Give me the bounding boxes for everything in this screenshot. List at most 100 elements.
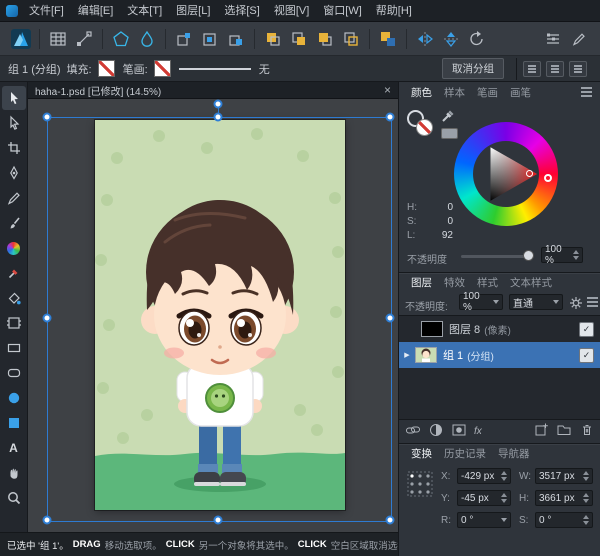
- selection-handle[interactable]: [43, 516, 52, 525]
- close-tab-icon[interactable]: ×: [377, 83, 398, 97]
- settings-gear-icon[interactable]: [569, 296, 583, 310]
- anchor-point-selector[interactable]: [407, 471, 433, 500]
- arrange-back-icon[interactable]: [262, 28, 284, 50]
- snap-grid-icon[interactable]: [47, 28, 69, 50]
- y-input[interactable]: -45 px: [457, 490, 511, 506]
- panel-extra-icon-3[interactable]: [569, 61, 587, 77]
- color-wheel[interactable]: [454, 122, 558, 226]
- edit-pencil-icon[interactable]: [568, 28, 590, 50]
- square-tool[interactable]: [2, 411, 26, 435]
- panel-extra-icon-1[interactable]: [523, 61, 541, 77]
- group-thumbnail[interactable]: [415, 347, 437, 363]
- selection-handle[interactable]: [214, 516, 223, 525]
- selection-handle[interactable]: [386, 314, 395, 323]
- node-tool[interactable]: [2, 111, 26, 135]
- rotate-icon[interactable]: [466, 28, 488, 50]
- blend-mode-dropdown[interactable]: 直通: [509, 294, 563, 310]
- color-opacity-slider[interactable]: [461, 255, 531, 258]
- layer-visibility-checkbox[interactable]: ✓: [579, 348, 594, 363]
- selection-handle[interactable]: [43, 113, 52, 122]
- flip-vertical-icon[interactable]: [440, 28, 462, 50]
- tab-transform[interactable]: 变换: [405, 446, 438, 461]
- layer-order-icon[interactable]: [542, 28, 564, 50]
- swap-fill-icon[interactable]: [377, 28, 399, 50]
- fill-color-selector[interactable]: [416, 119, 433, 136]
- shade-indicator[interactable]: [526, 170, 533, 177]
- arrange-front-icon[interactable]: [340, 28, 362, 50]
- link-layer-icon[interactable]: [405, 422, 421, 441]
- w-input[interactable]: 3517 px: [535, 468, 593, 484]
- panel-menu-icon[interactable]: [581, 91, 592, 93]
- menu-window[interactable]: 窗口[W]: [316, 0, 369, 22]
- layer-thumbnail[interactable]: [421, 321, 443, 337]
- arrange-forward-icon[interactable]: [314, 28, 336, 50]
- layer-row[interactable]: 图层 8 (像素) ✓: [399, 316, 600, 342]
- layers-opacity-dropdown[interactable]: 100 %: [459, 294, 503, 310]
- arrange-backward-icon[interactable]: [288, 28, 310, 50]
- menu-select[interactable]: 选择[S]: [217, 0, 266, 22]
- color-opacity-input[interactable]: 100 %: [541, 247, 583, 263]
- hsl-triangle[interactable]: [454, 122, 558, 226]
- ungroup-button[interactable]: 取消分组: [442, 58, 504, 79]
- stepper-arrows[interactable]: [501, 471, 507, 481]
- tab-layers[interactable]: 图层: [405, 275, 438, 290]
- h-input[interactable]: 3661 px: [535, 490, 593, 506]
- new-layer-icon[interactable]: [533, 422, 549, 441]
- insert-on-top-icon[interactable]: [225, 28, 247, 50]
- document-tab[interactable]: haha-1.psd [已修改] (14.5%): [28, 83, 377, 98]
- node-editor-icon[interactable]: [73, 28, 95, 50]
- insert-inside-icon[interactable]: [199, 28, 221, 50]
- delete-layer-icon[interactable]: [579, 422, 595, 441]
- new-group-icon[interactable]: [556, 422, 572, 441]
- selection-handle[interactable]: [43, 314, 52, 323]
- s-input[interactable]: 0 °: [535, 512, 593, 528]
- fill-swatch[interactable]: [98, 60, 115, 77]
- selection-handle[interactable]: [214, 113, 223, 122]
- x-input[interactable]: -429 px: [457, 468, 511, 484]
- tab-styles[interactable]: 样式: [471, 275, 504, 290]
- stroke-width-value[interactable]: 无: [259, 61, 270, 77]
- tab-text-styles[interactable]: 文本样式: [504, 275, 558, 290]
- rectangle-tool[interactable]: [2, 336, 26, 360]
- pencil-tool[interactable]: [2, 186, 26, 210]
- r-input[interactable]: 0 °: [457, 512, 511, 528]
- paint-drop-icon[interactable]: [136, 28, 158, 50]
- pen-tool[interactable]: [2, 161, 26, 185]
- frame-tool[interactable]: [2, 311, 26, 335]
- insert-behind-icon[interactable]: [173, 28, 195, 50]
- tab-color[interactable]: 颜色: [405, 85, 438, 100]
- paint-brush-tool[interactable]: [2, 211, 26, 235]
- stroke-width-slider[interactable]: [179, 62, 251, 76]
- zoom-tool[interactable]: [2, 486, 26, 510]
- panel-extra-icon-2[interactable]: [546, 61, 564, 77]
- stepper-arrows[interactable]: [573, 250, 579, 260]
- selection-handle[interactable]: [386, 516, 395, 525]
- rounded-rectangle-tool[interactable]: [2, 361, 26, 385]
- text-tool[interactable]: A: [2, 436, 26, 460]
- stroke-swatch[interactable]: [154, 60, 171, 77]
- tab-history[interactable]: 历史记录: [438, 446, 492, 461]
- hue-indicator[interactable]: [544, 174, 552, 182]
- stepper-arrows[interactable]: [501, 493, 507, 503]
- color-picker-tool[interactable]: [2, 261, 26, 285]
- tab-swatches[interactable]: 样本: [438, 85, 471, 100]
- menu-file[interactable]: 文件[F]: [22, 0, 71, 22]
- menu-edit[interactable]: 编辑[E]: [71, 0, 120, 22]
- selection-handle[interactable]: [386, 113, 395, 122]
- ellipse-tool[interactable]: [2, 386, 26, 410]
- menu-view[interactable]: 视图[V]: [267, 0, 316, 22]
- pentagon-shape-icon[interactable]: [110, 28, 132, 50]
- menu-help[interactable]: 帮助[H]: [369, 0, 419, 22]
- stepper-arrows[interactable]: [583, 471, 589, 481]
- menu-layer[interactable]: 图层[L]: [169, 0, 217, 22]
- layer-row-selected[interactable]: ▶ 组 1 (分组) ✓: [399, 342, 600, 368]
- fill-tool[interactable]: [2, 286, 26, 310]
- pan-tool[interactable]: [2, 461, 26, 485]
- menu-text[interactable]: 文本[T]: [120, 0, 169, 22]
- tab-effects[interactable]: 特效: [438, 275, 471, 290]
- tab-navigator[interactable]: 导航器: [492, 446, 536, 461]
- layer-visibility-checkbox[interactable]: ✓: [579, 322, 594, 337]
- tab-stroke[interactable]: 笔画: [471, 85, 504, 100]
- stepper-arrows[interactable]: [583, 493, 589, 503]
- layers-menu-icon[interactable]: [587, 301, 598, 303]
